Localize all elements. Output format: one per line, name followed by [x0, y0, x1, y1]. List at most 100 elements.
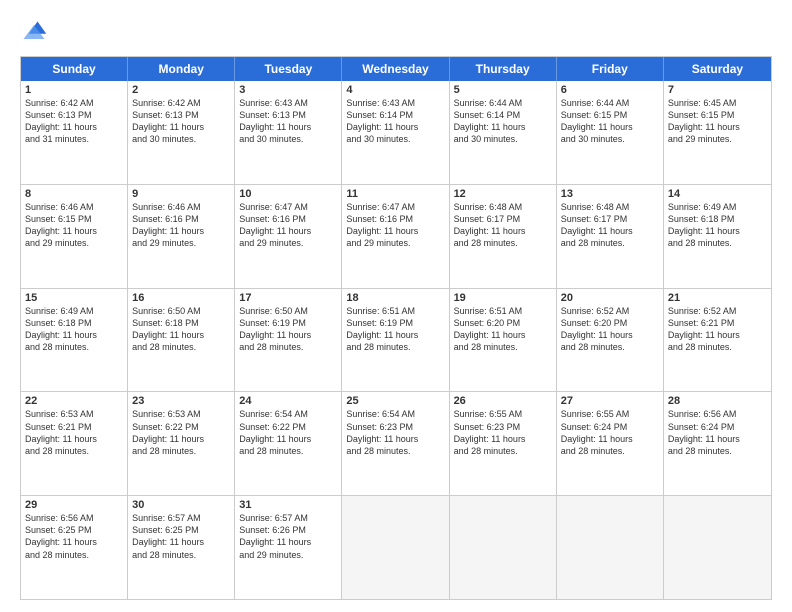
day-number: 22 — [25, 395, 123, 407]
day-info: Sunrise: 6:49 AM Sunset: 6:18 PM Dayligh… — [25, 305, 123, 354]
calendar-row: 1Sunrise: 6:42 AM Sunset: 6:13 PM Daylig… — [21, 81, 771, 184]
day-number: 15 — [25, 292, 123, 304]
weekday-header: Saturday — [664, 57, 771, 81]
calendar-cell: 25Sunrise: 6:54 AM Sunset: 6:23 PM Dayli… — [342, 392, 449, 495]
day-number: 17 — [239, 292, 337, 304]
day-info: Sunrise: 6:44 AM Sunset: 6:14 PM Dayligh… — [454, 97, 552, 146]
day-number: 20 — [561, 292, 659, 304]
page: SundayMondayTuesdayWednesdayThursdayFrid… — [0, 0, 792, 612]
weekday-header: Friday — [557, 57, 664, 81]
day-number: 30 — [132, 499, 230, 511]
day-number: 13 — [561, 188, 659, 200]
day-info: Sunrise: 6:47 AM Sunset: 6:16 PM Dayligh… — [346, 201, 444, 250]
day-info: Sunrise: 6:42 AM Sunset: 6:13 PM Dayligh… — [132, 97, 230, 146]
day-number: 11 — [346, 188, 444, 200]
day-number: 9 — [132, 188, 230, 200]
day-info: Sunrise: 6:57 AM Sunset: 6:26 PM Dayligh… — [239, 512, 337, 561]
calendar-cell: 1Sunrise: 6:42 AM Sunset: 6:13 PM Daylig… — [21, 81, 128, 184]
day-number: 18 — [346, 292, 444, 304]
calendar: SundayMondayTuesdayWednesdayThursdayFrid… — [20, 56, 772, 600]
calendar-cell: 22Sunrise: 6:53 AM Sunset: 6:21 PM Dayli… — [21, 392, 128, 495]
calendar-cell: 19Sunrise: 6:51 AM Sunset: 6:20 PM Dayli… — [450, 289, 557, 392]
day-info: Sunrise: 6:56 AM Sunset: 6:24 PM Dayligh… — [668, 408, 767, 457]
day-number: 3 — [239, 84, 337, 96]
calendar-cell: 6Sunrise: 6:44 AM Sunset: 6:15 PM Daylig… — [557, 81, 664, 184]
calendar-cell: 15Sunrise: 6:49 AM Sunset: 6:18 PM Dayli… — [21, 289, 128, 392]
day-number: 1 — [25, 84, 123, 96]
calendar-cell: 21Sunrise: 6:52 AM Sunset: 6:21 PM Dayli… — [664, 289, 771, 392]
calendar-row: 29Sunrise: 6:56 AM Sunset: 6:25 PM Dayli… — [21, 495, 771, 599]
day-number: 16 — [132, 292, 230, 304]
calendar-header: SundayMondayTuesdayWednesdayThursdayFrid… — [21, 57, 771, 81]
day-info: Sunrise: 6:54 AM Sunset: 6:22 PM Dayligh… — [239, 408, 337, 457]
calendar-cell — [557, 496, 664, 599]
calendar-cell: 9Sunrise: 6:46 AM Sunset: 6:16 PM Daylig… — [128, 185, 235, 288]
day-info: Sunrise: 6:54 AM Sunset: 6:23 PM Dayligh… — [346, 408, 444, 457]
day-info: Sunrise: 6:56 AM Sunset: 6:25 PM Dayligh… — [25, 512, 123, 561]
calendar-cell: 31Sunrise: 6:57 AM Sunset: 6:26 PM Dayli… — [235, 496, 342, 599]
calendar-cell: 26Sunrise: 6:55 AM Sunset: 6:23 PM Dayli… — [450, 392, 557, 495]
day-info: Sunrise: 6:51 AM Sunset: 6:19 PM Dayligh… — [346, 305, 444, 354]
day-number: 25 — [346, 395, 444, 407]
day-info: Sunrise: 6:42 AM Sunset: 6:13 PM Dayligh… — [25, 97, 123, 146]
calendar-cell: 28Sunrise: 6:56 AM Sunset: 6:24 PM Dayli… — [664, 392, 771, 495]
calendar-row: 15Sunrise: 6:49 AM Sunset: 6:18 PM Dayli… — [21, 288, 771, 392]
calendar-cell: 7Sunrise: 6:45 AM Sunset: 6:15 PM Daylig… — [664, 81, 771, 184]
calendar-body: 1Sunrise: 6:42 AM Sunset: 6:13 PM Daylig… — [21, 81, 771, 599]
weekday-header: Tuesday — [235, 57, 342, 81]
calendar-cell: 8Sunrise: 6:46 AM Sunset: 6:15 PM Daylig… — [21, 185, 128, 288]
calendar-cell: 11Sunrise: 6:47 AM Sunset: 6:16 PM Dayli… — [342, 185, 449, 288]
calendar-cell: 13Sunrise: 6:48 AM Sunset: 6:17 PM Dayli… — [557, 185, 664, 288]
day-number: 19 — [454, 292, 552, 304]
calendar-cell — [342, 496, 449, 599]
calendar-cell: 14Sunrise: 6:49 AM Sunset: 6:18 PM Dayli… — [664, 185, 771, 288]
day-number: 2 — [132, 84, 230, 96]
calendar-cell: 17Sunrise: 6:50 AM Sunset: 6:19 PM Dayli… — [235, 289, 342, 392]
day-number: 29 — [25, 499, 123, 511]
day-info: Sunrise: 6:49 AM Sunset: 6:18 PM Dayligh… — [668, 201, 767, 250]
calendar-cell: 30Sunrise: 6:57 AM Sunset: 6:25 PM Dayli… — [128, 496, 235, 599]
logo-icon — [20, 18, 48, 46]
logo — [20, 18, 52, 46]
day-info: Sunrise: 6:45 AM Sunset: 6:15 PM Dayligh… — [668, 97, 767, 146]
weekday-header: Thursday — [450, 57, 557, 81]
day-info: Sunrise: 6:51 AM Sunset: 6:20 PM Dayligh… — [454, 305, 552, 354]
day-info: Sunrise: 6:50 AM Sunset: 6:18 PM Dayligh… — [132, 305, 230, 354]
day-number: 12 — [454, 188, 552, 200]
calendar-cell: 20Sunrise: 6:52 AM Sunset: 6:20 PM Dayli… — [557, 289, 664, 392]
day-number: 31 — [239, 499, 337, 511]
day-info: Sunrise: 6:44 AM Sunset: 6:15 PM Dayligh… — [561, 97, 659, 146]
day-number: 24 — [239, 395, 337, 407]
day-number: 7 — [668, 84, 767, 96]
day-info: Sunrise: 6:55 AM Sunset: 6:24 PM Dayligh… — [561, 408, 659, 457]
day-number: 6 — [561, 84, 659, 96]
calendar-cell: 23Sunrise: 6:53 AM Sunset: 6:22 PM Dayli… — [128, 392, 235, 495]
calendar-cell: 3Sunrise: 6:43 AM Sunset: 6:13 PM Daylig… — [235, 81, 342, 184]
calendar-cell: 29Sunrise: 6:56 AM Sunset: 6:25 PM Dayli… — [21, 496, 128, 599]
day-info: Sunrise: 6:52 AM Sunset: 6:21 PM Dayligh… — [668, 305, 767, 354]
day-info: Sunrise: 6:55 AM Sunset: 6:23 PM Dayligh… — [454, 408, 552, 457]
day-number: 21 — [668, 292, 767, 304]
calendar-cell — [450, 496, 557, 599]
day-number: 28 — [668, 395, 767, 407]
day-info: Sunrise: 6:53 AM Sunset: 6:22 PM Dayligh… — [132, 408, 230, 457]
day-number: 8 — [25, 188, 123, 200]
day-number: 4 — [346, 84, 444, 96]
day-number: 5 — [454, 84, 552, 96]
calendar-cell — [664, 496, 771, 599]
calendar-cell: 10Sunrise: 6:47 AM Sunset: 6:16 PM Dayli… — [235, 185, 342, 288]
calendar-cell: 5Sunrise: 6:44 AM Sunset: 6:14 PM Daylig… — [450, 81, 557, 184]
weekday-header: Wednesday — [342, 57, 449, 81]
calendar-cell: 18Sunrise: 6:51 AM Sunset: 6:19 PM Dayli… — [342, 289, 449, 392]
day-info: Sunrise: 6:43 AM Sunset: 6:14 PM Dayligh… — [346, 97, 444, 146]
weekday-header: Sunday — [21, 57, 128, 81]
calendar-cell: 27Sunrise: 6:55 AM Sunset: 6:24 PM Dayli… — [557, 392, 664, 495]
day-number: 26 — [454, 395, 552, 407]
calendar-cell: 12Sunrise: 6:48 AM Sunset: 6:17 PM Dayli… — [450, 185, 557, 288]
day-info: Sunrise: 6:46 AM Sunset: 6:15 PM Dayligh… — [25, 201, 123, 250]
calendar-row: 22Sunrise: 6:53 AM Sunset: 6:21 PM Dayli… — [21, 391, 771, 495]
day-info: Sunrise: 6:46 AM Sunset: 6:16 PM Dayligh… — [132, 201, 230, 250]
day-info: Sunrise: 6:52 AM Sunset: 6:20 PM Dayligh… — [561, 305, 659, 354]
day-info: Sunrise: 6:47 AM Sunset: 6:16 PM Dayligh… — [239, 201, 337, 250]
calendar-cell: 24Sunrise: 6:54 AM Sunset: 6:22 PM Dayli… — [235, 392, 342, 495]
